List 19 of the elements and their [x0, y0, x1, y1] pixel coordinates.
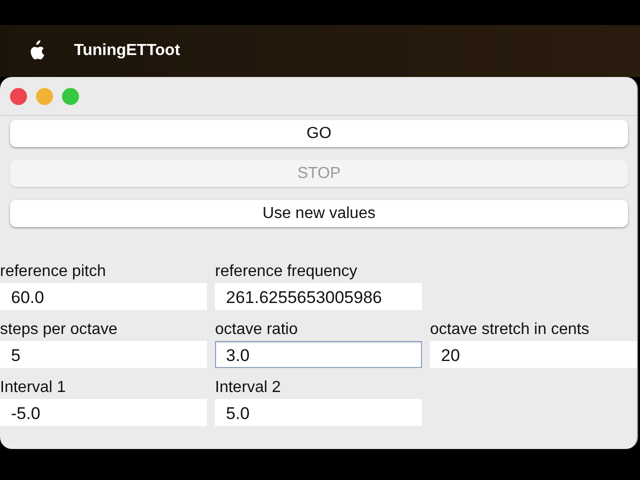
action-button[interactable]: Use new values: [10, 200, 628, 227]
zoom-button[interactable]: [62, 88, 79, 104]
input-field[interactable]: 60.0: [0, 283, 207, 310]
close-button[interactable]: [10, 88, 27, 104]
input-field[interactable]: -5.0: [0, 399, 207, 426]
field-label: Interval 2: [215, 379, 282, 397]
field-label: steps per octave: [0, 321, 118, 339]
input-field[interactable]: 5: [0, 341, 207, 368]
field-label: reference pitch: [0, 263, 107, 281]
input-field[interactable]: 5.0: [215, 399, 422, 426]
input-field[interactable]: 3.0: [215, 341, 422, 368]
input-field[interactable]: 261.6255653005986: [215, 283, 422, 310]
app-name[interactable]: TuningETToot: [74, 42, 180, 60]
field-label: Interval 1: [0, 379, 67, 397]
field-label: octave ratio: [215, 321, 299, 339]
input-field[interactable]: 20: [430, 341, 637, 368]
action-button[interactable]: GO: [10, 120, 628, 147]
field-label: reference frequency: [215, 263, 358, 281]
field-label: octave stretch in cents: [430, 321, 590, 339]
